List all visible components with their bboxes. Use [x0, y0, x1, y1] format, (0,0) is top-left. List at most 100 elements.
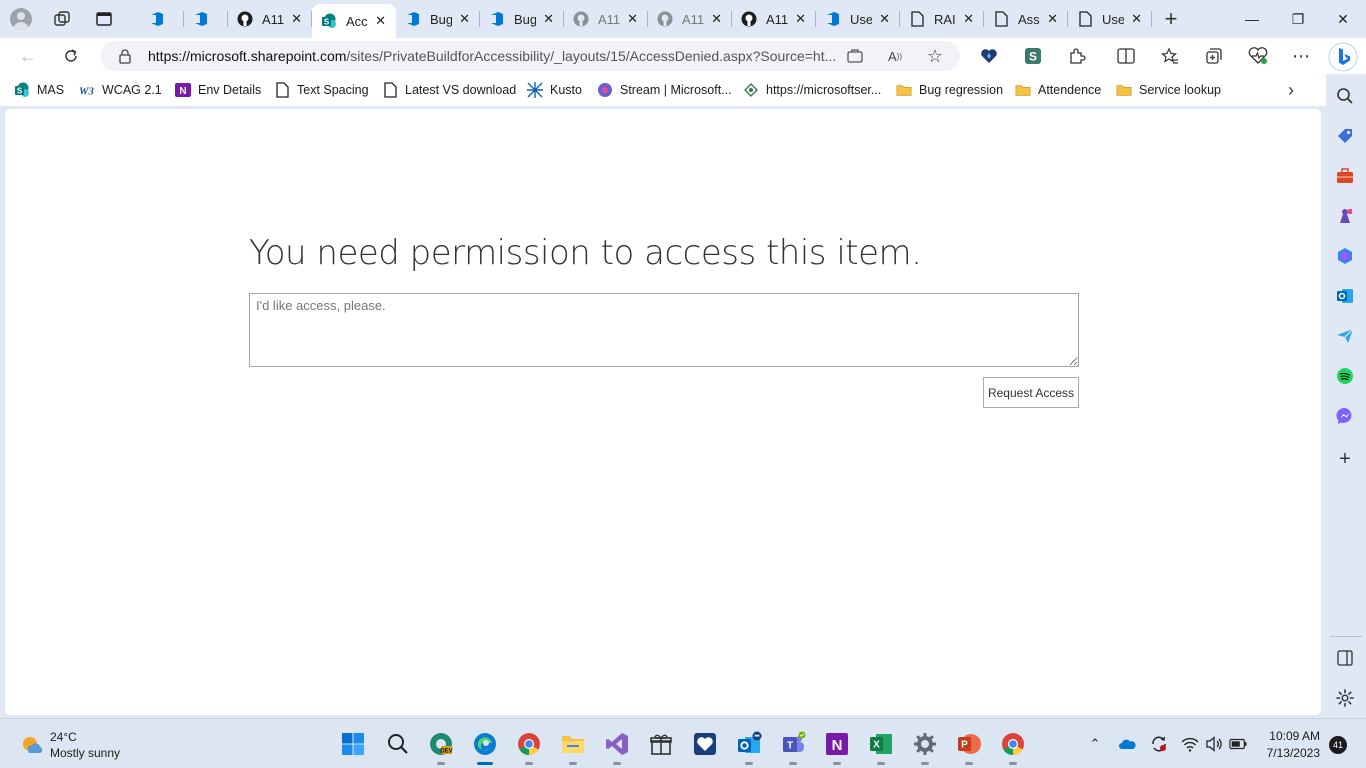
weather-sunny-icon[interactable] [20, 733, 43, 755]
access-request-message[interactable] [249, 293, 1079, 367]
outlook-icon[interactable] [1335, 286, 1355, 306]
close-icon[interactable]: ✕ [795, 11, 806, 27]
tab-page-1[interactable]: RAI ✕ [900, 0, 984, 38]
tab-github-1[interactable]: A11 ✕ [228, 0, 312, 38]
favorite-microsoftser[interactable]: https://microsoftser... [743, 80, 881, 100]
games-icon[interactable] [1335, 206, 1355, 226]
close-icon[interactable]: ✕ [711, 11, 722, 27]
spotify-icon[interactable] [1335, 366, 1355, 386]
chrome-2-icon[interactable] [1000, 731, 1026, 765]
file-explorer-icon[interactable] [560, 731, 586, 765]
tools-icon[interactable] [1335, 166, 1355, 186]
security-app-icon[interactable] [692, 731, 718, 757]
tab-azure-devops-2[interactable] [184, 0, 228, 38]
tab-actions-icon[interactable] [94, 9, 114, 29]
url-text[interactable]: https://microsoft.sharepoint.com/sites/P… [148, 48, 848, 64]
request-access-button[interactable]: Request Access [983, 377, 1079, 408]
favorite-stream[interactable]: Stream | Microsoft... [597, 80, 732, 100]
edge-dev-icon[interactable]: DEV [428, 731, 454, 765]
weather-temperature[interactable]: 24°C [50, 730, 77, 744]
tab-azure-devops-5[interactable]: Use ✕ [816, 0, 900, 38]
powerpoint-icon[interactable]: P [956, 731, 982, 765]
chrome-icon[interactable] [516, 731, 542, 765]
extensions-icon[interactable] [1066, 46, 1088, 66]
close-icon[interactable]: ✕ [879, 11, 890, 27]
taskbar-search-icon[interactable] [385, 731, 411, 757]
tab-github-2[interactable]: A11 ✕ [564, 0, 648, 38]
new-tab-button[interactable]: + [1160, 8, 1182, 30]
shopping-tag-icon[interactable] [1335, 126, 1355, 146]
start-windows-icon[interactable] [340, 731, 366, 757]
favorite-text-spacing[interactable]: Text Spacing [274, 80, 369, 100]
settings-icon[interactable] [912, 731, 938, 765]
split-screen-icon[interactable] [1115, 46, 1137, 66]
address-bar[interactable]: https://microsoft.sharepoint.com/sites/P… [100, 41, 960, 71]
edge-browser-icon[interactable] [472, 731, 498, 765]
favorite-env-details[interactable]: N Env Details [175, 80, 261, 100]
close-icon[interactable]: ✕ [291, 11, 302, 27]
favorite-service-lookup[interactable]: Service lookup [1116, 80, 1221, 100]
hide-sidebar-icon[interactable] [1335, 648, 1355, 668]
chevron-right-icon[interactable]: › [1288, 80, 1294, 101]
close-icon[interactable]: ✕ [459, 11, 470, 27]
close-icon[interactable]: ✕ [1131, 11, 1142, 27]
add-sidebar-app-icon[interactable]: + [1335, 448, 1355, 470]
favorite-wcag[interactable]: W3 WCAG 2.1 [79, 80, 162, 100]
favorite-latest-vs[interactable]: Latest VS download [382, 80, 516, 100]
close-icon[interactable]: ✕ [1047, 11, 1058, 27]
tab-azure-devops-4[interactable]: Bug ✕ [480, 0, 564, 38]
weather-description[interactable]: Mostly sunny [50, 746, 120, 760]
browser-essentials-icon[interactable] [978, 46, 1000, 66]
bing-copilot-icon[interactable] [1328, 42, 1358, 72]
onenote-taskbar-icon[interactable]: N [824, 731, 850, 765]
wifi-icon[interactable] [1181, 735, 1199, 753]
search-icon[interactable] [1335, 86, 1355, 106]
favorite-bug-regression[interactable]: Bug regression [896, 80, 1003, 100]
back-button[interactable]: ← [16, 44, 40, 68]
teams-icon[interactable]: T [780, 731, 806, 765]
tab-github-3[interactable]: A11 ✕ [648, 0, 732, 38]
close-icon[interactable]: ✕ [375, 13, 386, 29]
sync-icon[interactable] [1150, 735, 1168, 753]
excel-icon[interactable]: X [868, 731, 894, 765]
close-window-button[interactable]: ✕ [1320, 0, 1366, 38]
close-icon[interactable]: ✕ [627, 11, 638, 27]
favorite-mas[interactable]: S MAS [14, 80, 64, 100]
volume-icon[interactable] [1205, 735, 1223, 753]
favorite-star-icon[interactable]: ☆ [926, 46, 944, 66]
workspaces-icon[interactable] [52, 9, 72, 29]
tab-github-4[interactable]: A11 ✕ [732, 0, 816, 38]
tab-azure-devops-3[interactable]: Bug ✕ [396, 0, 480, 38]
close-icon[interactable]: ✕ [543, 11, 554, 27]
sidebar-settings-icon[interactable] [1335, 688, 1355, 708]
collections-icon[interactable] [1203, 46, 1225, 66]
microsoft365-icon[interactable] [1335, 246, 1355, 266]
clock-date[interactable]: 7/13/2023 [1256, 746, 1320, 760]
tab-page-3[interactable]: Use ✕ [1068, 0, 1152, 38]
read-aloud-icon[interactable]: A)) [886, 47, 904, 65]
profile-avatar[interactable] [10, 8, 32, 30]
chevron-up-icon[interactable]: ⌃ [1086, 735, 1104, 753]
favorite-attendence[interactable]: Attendence [1015, 80, 1101, 100]
close-icon[interactable]: ✕ [963, 11, 974, 27]
visual-studio-icon[interactable] [604, 731, 630, 765]
minimize-button[interactable]: — [1229, 0, 1275, 38]
gift-app-icon[interactable] [648, 731, 674, 757]
favorites-icon[interactable] [1159, 46, 1181, 66]
restore-button[interactable]: ❐ [1275, 0, 1321, 38]
messenger-icon[interactable] [1335, 406, 1355, 426]
clock-time[interactable]: 10:09 AM [1262, 729, 1320, 743]
tab-page-2[interactable]: Ass ✕ [984, 0, 1068, 38]
performance-icon[interactable] [1247, 46, 1269, 66]
outlook-taskbar-icon[interactable] [736, 731, 762, 765]
tab-azure-devops-1[interactable] [140, 0, 184, 38]
onedrive-icon[interactable] [1118, 735, 1136, 753]
refresh-button[interactable] [59, 44, 83, 68]
lock-icon[interactable] [118, 48, 132, 69]
favorite-kusto[interactable]: Kusto [527, 80, 582, 100]
notification-count-badge[interactable]: 41 [1329, 736, 1347, 754]
battery-icon[interactable] [1229, 735, 1247, 753]
drop-send-icon[interactable] [1335, 326, 1355, 346]
more-options-icon[interactable]: ⋯ [1290, 46, 1312, 66]
sharepoint-extension-icon[interactable]: S [1022, 46, 1044, 66]
